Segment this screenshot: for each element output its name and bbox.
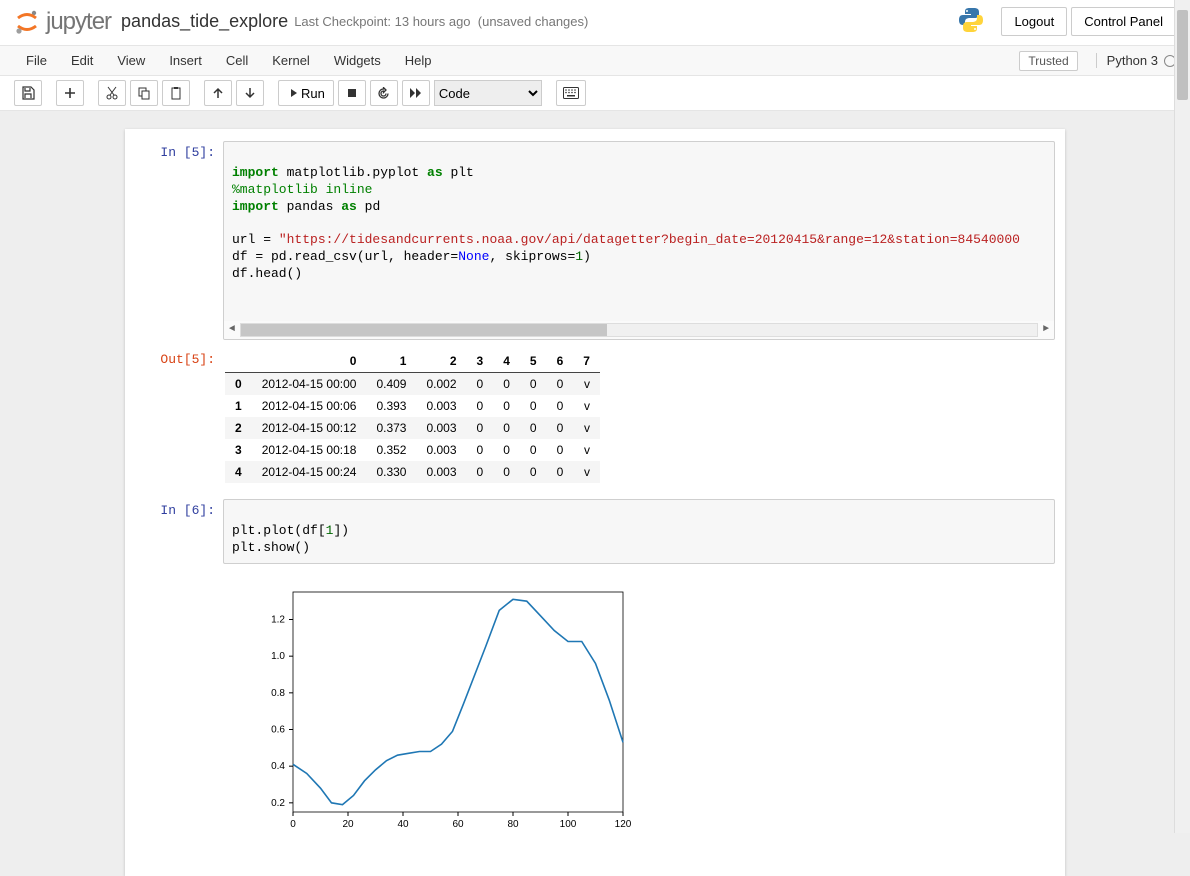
empty-prompt bbox=[135, 572, 223, 840]
svg-text:120: 120 bbox=[615, 819, 632, 830]
menu-view[interactable]: View bbox=[105, 49, 157, 72]
menu-edit[interactable]: Edit bbox=[59, 49, 105, 72]
scroll-right-icon[interactable]: ► bbox=[1038, 323, 1054, 336]
scroll-track[interactable] bbox=[240, 323, 1038, 337]
save-button[interactable] bbox=[14, 80, 42, 106]
svg-text:0.4: 0.4 bbox=[271, 761, 285, 772]
svg-text:0.6: 0.6 bbox=[271, 724, 285, 735]
copy-icon bbox=[137, 86, 151, 100]
copy-button[interactable] bbox=[130, 80, 158, 106]
in-prompt: In [6]: bbox=[135, 499, 223, 564]
scroll-thumb[interactable] bbox=[1177, 10, 1188, 100]
svg-text:20: 20 bbox=[342, 819, 354, 830]
kernel-indicator[interactable]: Python 3 bbox=[1096, 53, 1176, 68]
code-cell[interactable]: In [6]: plt.plot(df[1]) plt.show() bbox=[125, 497, 1065, 570]
arrow-down-icon bbox=[244, 87, 256, 99]
run-button[interactable]: Run bbox=[278, 80, 334, 106]
svg-text:80: 80 bbox=[507, 819, 519, 830]
move-up-button[interactable] bbox=[204, 80, 232, 106]
keyboard-icon bbox=[563, 87, 579, 99]
menu-insert[interactable]: Insert bbox=[157, 49, 214, 72]
code-input[interactable]: import matplotlib.pyplot as plt %matplot… bbox=[223, 141, 1055, 340]
fast-forward-icon bbox=[409, 87, 423, 99]
paste-icon bbox=[169, 86, 183, 100]
command-palette-button[interactable] bbox=[556, 80, 586, 106]
out-prompt: Out[5]: bbox=[135, 348, 223, 491]
cut-button[interactable] bbox=[98, 80, 126, 106]
stop-icon bbox=[347, 88, 357, 98]
svg-text:100: 100 bbox=[560, 819, 577, 830]
svg-text:0: 0 bbox=[290, 819, 296, 830]
vertical-scrollbar[interactable] bbox=[1174, 0, 1190, 833]
menu-kernel[interactable]: Kernel bbox=[260, 49, 322, 72]
scroll-thumb[interactable] bbox=[241, 324, 607, 336]
notebook-name[interactable]: pandas_tide_explore bbox=[121, 11, 288, 32]
trusted-button[interactable]: Trusted bbox=[1019, 51, 1077, 71]
interrupt-button[interactable] bbox=[338, 80, 366, 106]
plot-output: 0.2 0.4 0.6 0.8 1.0 1.2 0 20 40 60 80 100 120 bbox=[223, 572, 1055, 840]
arrow-up-icon bbox=[212, 87, 224, 99]
move-down-button[interactable] bbox=[236, 80, 264, 106]
notebook-scroll-area[interactable]: In [5]: import matplotlib.pyplot as plt … bbox=[0, 111, 1190, 876]
run-icon bbox=[287, 88, 297, 98]
checkpoint-status: Last Checkpoint: 13 hours ago (unsaved c… bbox=[294, 14, 588, 29]
svg-text:0.8: 0.8 bbox=[271, 687, 285, 698]
python-logo-icon bbox=[957, 6, 985, 37]
restart-run-all-button[interactable] bbox=[402, 80, 430, 106]
kernel-name: Python 3 bbox=[1107, 53, 1158, 68]
code-cell[interactable]: In [5]: import matplotlib.pyplot as plt … bbox=[125, 139, 1065, 346]
menu-file[interactable]: File bbox=[14, 49, 59, 72]
table-row: 12012-04-15 00:060.3930.0030000v bbox=[225, 395, 600, 417]
scissors-icon bbox=[105, 86, 119, 100]
plus-icon bbox=[64, 87, 76, 99]
toolbar: Run Code bbox=[0, 76, 1190, 111]
notebook-container: In [5]: import matplotlib.pyplot as plt … bbox=[125, 129, 1065, 876]
restart-button[interactable] bbox=[370, 80, 398, 106]
cell-type-select[interactable]: Code bbox=[434, 80, 542, 106]
menu-bar: File Edit View Insert Cell Kernel Widget… bbox=[0, 46, 1190, 76]
svg-text:1.2: 1.2 bbox=[271, 614, 285, 625]
output-cell: 0.2 0.4 0.6 0.8 1.0 1.2 0 20 40 60 80 100 120 bbox=[125, 570, 1065, 846]
svg-text:1.0: 1.0 bbox=[271, 651, 285, 662]
menu-help[interactable]: Help bbox=[393, 49, 444, 72]
output-cell: Out[5]: 01 23 45 67 02012-04-15 00:000.4… bbox=[125, 346, 1065, 497]
scroll-left-icon[interactable]: ◄ bbox=[224, 323, 240, 336]
dataframe-output: 01 23 45 67 02012-04-15 00:000.4090.0020… bbox=[223, 348, 1055, 491]
jupyter-logo[interactable]: jupyter bbox=[14, 8, 111, 36]
table-row: 02012-04-15 00:000.4090.0020000v bbox=[225, 372, 600, 395]
svg-text:60: 60 bbox=[452, 819, 464, 830]
code-input[interactable]: plt.plot(df[1]) plt.show() bbox=[223, 499, 1055, 564]
horizontal-scrollbar[interactable]: ◄ ► bbox=[224, 321, 1054, 339]
table-row: 42012-04-15 00:240.3300.0030000v bbox=[225, 461, 600, 483]
add-cell-button[interactable] bbox=[56, 80, 84, 106]
notebook-header: jupyter pandas_tide_explore Last Checkpo… bbox=[0, 0, 1190, 46]
table-row: 32012-04-15 00:180.3520.0030000v bbox=[225, 439, 600, 461]
run-label: Run bbox=[301, 86, 325, 101]
brand-text: jupyter bbox=[46, 8, 111, 36]
table-row: 22012-04-15 00:120.3730.0030000v bbox=[225, 417, 600, 439]
logout-button[interactable]: Logout bbox=[1001, 7, 1067, 36]
menu-widgets[interactable]: Widgets bbox=[322, 49, 393, 72]
jupyter-planet-icon bbox=[14, 9, 40, 35]
control-panel-button[interactable]: Control Panel bbox=[1071, 7, 1176, 36]
svg-text:0.2: 0.2 bbox=[271, 797, 285, 808]
dataframe-table: 01 23 45 67 02012-04-15 00:000.4090.0020… bbox=[225, 350, 600, 483]
svg-text:40: 40 bbox=[397, 819, 409, 830]
save-icon bbox=[21, 86, 35, 100]
matplotlib-chart: 0.2 0.4 0.6 0.8 1.0 1.2 0 20 40 60 80 100 120 bbox=[253, 582, 633, 837]
rotate-icon bbox=[377, 87, 390, 100]
menu-cell[interactable]: Cell bbox=[214, 49, 260, 72]
in-prompt: In [5]: bbox=[135, 141, 223, 340]
paste-button[interactable] bbox=[162, 80, 190, 106]
